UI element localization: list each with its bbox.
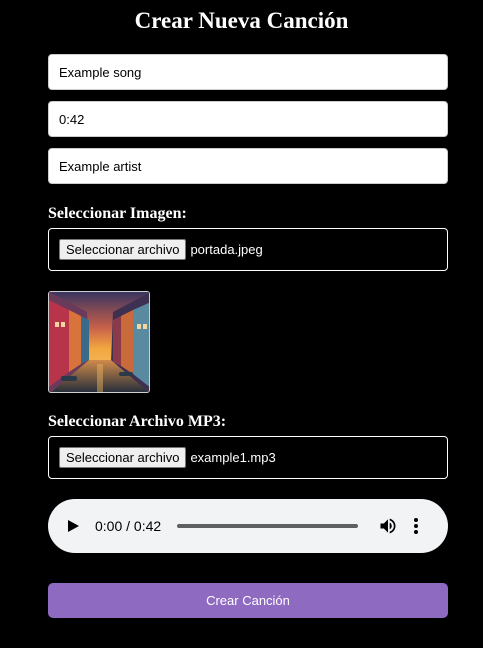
- audio-player: 0:00 / 0:42: [48, 499, 448, 553]
- image-file-input[interactable]: Seleccionar archivo portada.jpeg: [48, 228, 448, 271]
- cover-image-preview: [48, 291, 150, 393]
- song-name-input[interactable]: [48, 54, 448, 90]
- volume-icon[interactable]: [378, 516, 398, 536]
- mp3-choose-file-button[interactable]: Seleccionar archivo: [59, 447, 187, 468]
- mp3-label: Seleccionar Archivo MP3:: [48, 413, 227, 430]
- mp3-file-input[interactable]: Seleccionar archivo example1.mp3: [48, 436, 448, 479]
- create-song-button[interactable]: Crear Canción: [48, 583, 448, 618]
- create-song-page: Crear Nueva Canción Seleccionar Imagen: …: [0, 0, 483, 648]
- duration-input[interactable]: [48, 101, 448, 137]
- image-choose-file-button[interactable]: Seleccionar archivo: [59, 239, 187, 260]
- play-icon[interactable]: [68, 520, 79, 532]
- canal-street-sunset-image: [49, 292, 149, 392]
- artist-input[interactable]: [48, 148, 448, 184]
- image-filename: portada.jpeg: [190, 242, 263, 257]
- audio-time: 0:00 / 0:42: [95, 518, 162, 534]
- page-title: Crear Nueva Canción: [134, 8, 349, 33]
- mp3-filename: example1.mp3: [190, 450, 276, 465]
- more-vertical-icon[interactable]: [412, 517, 420, 535]
- image-label: Seleccionar Imagen:: [48, 205, 187, 222]
- audio-progress-bar[interactable]: [177, 524, 359, 528]
